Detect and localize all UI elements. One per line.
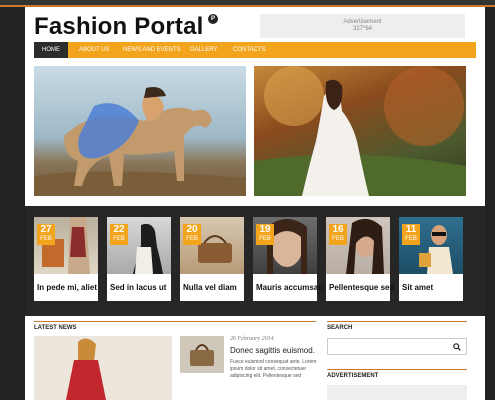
- post-title[interactable]: Sit amet: [402, 283, 433, 292]
- featured-post-card[interactable]: 20 FEB Nulla vel diam: [180, 217, 244, 301]
- advertisement-rule: [327, 369, 467, 370]
- header-ad-size: 327*64: [352, 26, 373, 32]
- post-title[interactable]: In pede mi, aliet: [37, 283, 97, 292]
- nav-item-news-and-events[interactable]: News and Events: [123, 42, 181, 58]
- post-date-badge: 22 FEB: [110, 224, 128, 245]
- post-date-day: 20: [186, 224, 198, 235]
- latest-news-rule: [34, 321, 316, 322]
- handbag-thumbnail-illustration: [190, 344, 214, 366]
- post-date-day: 19: [259, 224, 271, 235]
- advertisement-heading: ADVERTISEMENT: [327, 373, 379, 379]
- post-date-badge: 11 FEB: [402, 224, 420, 245]
- nav-item-gallery[interactable]: Gallery: [190, 42, 218, 58]
- hero-field-illustration: [254, 66, 466, 196]
- featured-post-card[interactable]: 22 FEB Sed in lacus ut: [107, 217, 171, 301]
- red-dress-illustration: [66, 338, 106, 400]
- top-accent-bar: [0, 0, 495, 7]
- header-advertisement[interactable]: Advertisement 327*64: [260, 14, 465, 38]
- search-icon[interactable]: [453, 343, 461, 351]
- post-title[interactable]: Pellentesque sed: [329, 283, 394, 292]
- latest-news-main-image[interactable]: [34, 336, 172, 400]
- post-date-day: 16: [332, 224, 344, 235]
- post-date-month: FEB: [186, 236, 198, 242]
- search-heading: SEARCH: [327, 325, 353, 331]
- featured-posts-strip: 27 FEB In pede mi, aliet 22 FEB Sed in l…: [25, 206, 485, 316]
- post-date-badge: 27 FEB: [37, 224, 55, 245]
- post-date-month: FEB: [332, 236, 344, 242]
- post-date-month: FEB: [405, 236, 417, 242]
- page-frame: Fashion Portal P Advertisement 327*64 Ho…: [25, 7, 485, 400]
- post-date-day: 22: [113, 224, 125, 235]
- hero-image-woman-field[interactable]: [254, 66, 466, 196]
- nav-item-home[interactable]: Home: [34, 42, 68, 58]
- header-ad-label: Advertisement: [343, 19, 382, 25]
- news-thumbnail[interactable]: [180, 336, 224, 373]
- post-date-day: 11: [405, 224, 417, 235]
- post-date-badge: 20 FEB: [183, 224, 201, 245]
- featured-post-card[interactable]: 16 FEB Pellentesque sed: [326, 217, 394, 301]
- hero-image-horse-rider[interactable]: [34, 66, 246, 196]
- post-date-month: FEB: [113, 236, 125, 242]
- sidebar-advertisement[interactable]: [327, 385, 467, 400]
- news-date: 26 February 2014: [230, 336, 274, 342]
- logo-badge: P: [208, 14, 218, 24]
- post-title[interactable]: Mauris accumsan: [256, 283, 323, 292]
- featured-post-card[interactable]: 27 FEB In pede mi, aliet: [34, 217, 98, 301]
- post-title[interactable]: Sed in lacus ut: [110, 283, 166, 292]
- news-excerpt: Fusce euismod consequat ante. Lorem ipsu…: [230, 359, 317, 379]
- post-date-badge: 16 FEB: [329, 224, 347, 245]
- search-input[interactable]: [327, 338, 467, 355]
- site-logo[interactable]: Fashion Portal: [34, 13, 204, 41]
- search-rule: [327, 321, 467, 322]
- post-date-badge: 19 FEB: [256, 224, 274, 245]
- post-date-day: 27: [40, 224, 52, 235]
- post-date-month: FEB: [40, 236, 52, 242]
- latest-news-heading: LATEST NEWS: [34, 325, 77, 331]
- post-date-month: FEB: [259, 236, 271, 242]
- main-nav: Home About Us News and Events Gallery Co…: [34, 42, 476, 58]
- post-title[interactable]: Nulla vel diam: [183, 283, 237, 292]
- featured-post-card[interactable]: 19 FEB Mauris accumsan: [253, 217, 323, 301]
- featured-post-card[interactable]: 11 FEB Sit amet: [399, 217, 463, 301]
- news-title[interactable]: Donec sagittis euismod.: [230, 346, 315, 355]
- nav-item-about-us[interactable]: About Us: [79, 42, 110, 58]
- nav-item-contacts[interactable]: Contacts: [233, 42, 266, 58]
- hero-horse-illustration: [34, 87, 246, 196]
